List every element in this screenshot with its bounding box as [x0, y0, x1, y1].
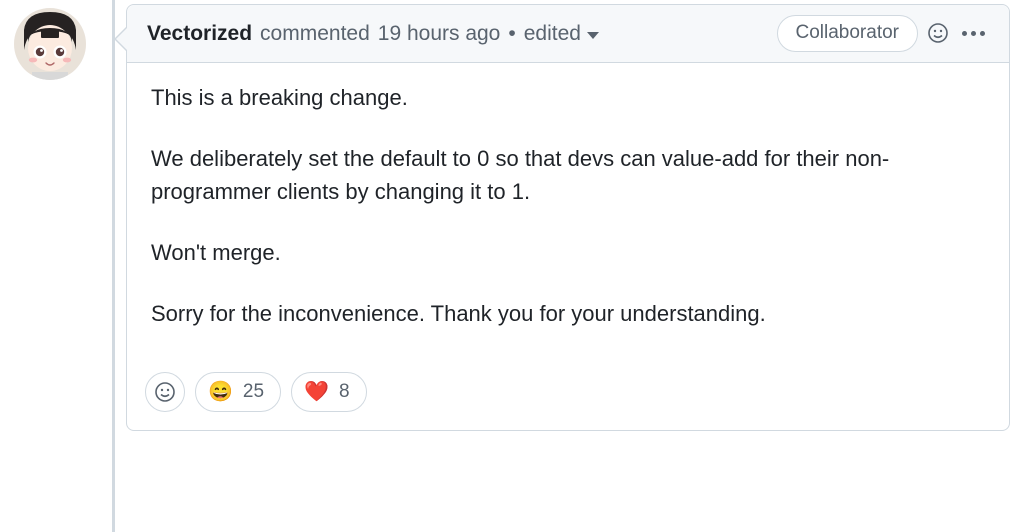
author-link[interactable]: Vectorized [147, 19, 252, 48]
body-paragraph: We deliberately set the default to 0 so … [151, 142, 985, 208]
laugh-emoji-icon: 😄 [208, 382, 233, 402]
reactions-bar: 😄 25 ❤️ 8 [127, 366, 1009, 430]
comment-header: Vectorized commented 19 hours ago • edit… [127, 5, 1009, 63]
smiley-icon [153, 380, 177, 404]
edited-indicator[interactable]: edited [524, 19, 599, 48]
separator-dot: • [508, 19, 515, 48]
comment-body: This is a breaking change. We deliberate… [127, 63, 1009, 366]
comment-header-meta: Vectorized commented 19 hours ago • edit… [147, 19, 769, 48]
body-paragraph: This is a breaking change. [151, 81, 985, 114]
reaction-count: 8 [339, 381, 350, 403]
body-paragraph: Won't merge. [151, 236, 985, 269]
comment-action: commented [260, 19, 370, 48]
timestamp-link[interactable]: 19 hours ago [378, 19, 501, 48]
add-reaction-button[interactable] [926, 21, 950, 45]
role-badge: Collaborator [777, 15, 919, 52]
reaction-heart[interactable]: ❤️ 8 [291, 372, 366, 412]
reaction-count: 25 [243, 381, 264, 403]
caret-down-icon [587, 32, 599, 39]
avatar[interactable] [14, 8, 86, 80]
more-options-button[interactable] [958, 27, 989, 40]
reaction-laugh[interactable]: 😄 25 [195, 372, 281, 412]
edited-label: edited [524, 19, 581, 48]
comment-container: Vectorized commented 19 hours ago • edit… [126, 4, 1010, 431]
timeline-line [112, 0, 115, 532]
kebab-icon [962, 31, 967, 36]
heart-emoji-icon: ❤️ [304, 382, 329, 402]
avatar-image [14, 8, 86, 80]
body-paragraph: Sorry for the inconvenience. Thank you f… [151, 297, 985, 330]
add-reaction-button[interactable] [145, 372, 185, 412]
smiley-icon [926, 21, 950, 45]
